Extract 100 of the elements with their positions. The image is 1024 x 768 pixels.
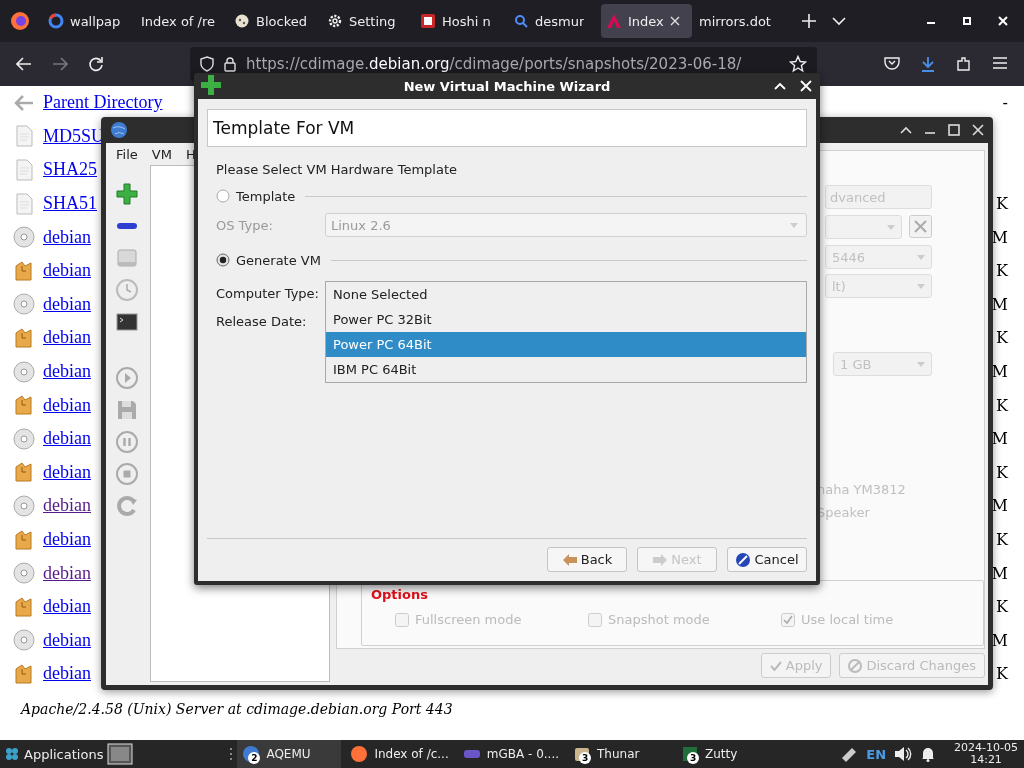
taskbar-item[interactable]: 3 Thunar <box>568 740 673 768</box>
browser-tab[interactable]: desmur <box>508 4 599 38</box>
pocket-icon[interactable] <box>884 56 900 70</box>
file-link[interactable]: debian <box>43 562 91 584</box>
browser-tab[interactable]: mirrors.dot <box>694 4 785 38</box>
volume-icon[interactable] <box>894 746 913 762</box>
caret-icon <box>790 222 798 228</box>
file-link[interactable]: debian <box>43 394 91 416</box>
file-size: K <box>996 261 1008 281</box>
taskbar-item[interactable]: 3 Zutty <box>676 740 781 768</box>
firefox-icon[interactable] <box>10 11 30 31</box>
desktop-icon[interactable] <box>107 743 134 765</box>
file-link[interactable]: SHA25 <box>43 159 97 181</box>
taskbar-label: Zutty <box>705 747 738 761</box>
file-size: - <box>1002 93 1008 113</box>
browser-tab[interactable]: Hoshi n <box>415 4 506 38</box>
triangle-icon <box>606 13 622 29</box>
chevron-down-icon[interactable] <box>832 16 846 26</box>
right-arrow-icon <box>652 552 669 567</box>
maximize-icon[interactable] <box>948 124 960 136</box>
lock-icon <box>224 56 236 72</box>
applications-menu[interactable]: Applications <box>0 740 104 768</box>
forward-arrow-icon[interactable] <box>52 57 68 71</box>
file-link[interactable]: debian <box>43 663 91 685</box>
disc-icon <box>13 360 35 383</box>
shield-icon <box>200 56 214 72</box>
browser-tab[interactable]: Index <box>601 4 692 38</box>
keyboard-layout[interactable]: EN <box>866 746 887 762</box>
file-size: M <box>991 227 1008 247</box>
file-link[interactable]: debian <box>43 361 91 383</box>
group-title: Options <box>371 587 429 602</box>
caret-icon <box>917 361 925 367</box>
radio-button[interactable] <box>216 189 230 203</box>
browser-tab[interactable]: Setting <box>322 4 413 38</box>
settings-icon <box>327 13 343 29</box>
browser-tab[interactable]: Blocked <box>229 4 320 38</box>
file-size: M <box>991 294 1008 314</box>
file-link[interactable]: debian <box>43 260 91 282</box>
file-link[interactable]: debian <box>43 596 91 618</box>
browser-tab[interactable]: wallpap <box>43 4 134 38</box>
file-size: M <box>991 429 1008 449</box>
checkmark-icon <box>769 659 782 672</box>
file-size: K <box>996 664 1008 684</box>
document-icon <box>13 159 35 181</box>
file-link[interactable]: debian <box>43 529 91 550</box>
browser-tab[interactable]: Index of /re <box>136 4 227 38</box>
menu-icon[interactable] <box>992 56 1008 70</box>
download-icon[interactable] <box>920 56 936 72</box>
window-count-badge: 3 <box>687 752 700 764</box>
terminal-icon[interactable] <box>115 310 139 334</box>
radio-label[interactable]: Generate VM <box>236 252 321 268</box>
file-size: K <box>996 530 1008 549</box>
bell-icon[interactable] <box>920 746 937 762</box>
taskbar-label: Thunar <box>597 747 640 761</box>
file-size: M <box>991 362 1008 382</box>
circle-icon <box>48 13 64 29</box>
close-icon[interactable] <box>972 124 984 136</box>
dropdown-option[interactable]: IBM PC 64Bit <box>326 357 806 382</box>
file-link[interactable]: debian <box>43 461 91 483</box>
taskbar-label: AQEMU <box>266 747 311 761</box>
cancel-icon <box>735 551 752 568</box>
taskbar-item[interactable]: mGBA - 0.... <box>457 740 565 768</box>
radio-button[interactable] <box>216 253 230 267</box>
file-link[interactable]: debian <box>43 428 91 450</box>
clock[interactable]: 2024-10-05 14:21 <box>954 742 1018 766</box>
close-icon[interactable] <box>669 16 680 26</box>
app-menu-icon <box>4 746 20 762</box>
file-link[interactable]: debian <box>43 629 91 651</box>
file-size: K <box>996 194 1008 214</box>
wizard-button[interactable]: Back <box>547 547 627 572</box>
file-link[interactable]: debian <box>43 293 91 315</box>
reload-icon[interactable] <box>88 56 104 72</box>
star-icon[interactable] <box>789 55 807 73</box>
field-label: Computer Type: <box>216 286 320 301</box>
file-link[interactable]: Parent Directory <box>43 92 163 114</box>
menu-item[interactable]: H <box>185 146 196 162</box>
back-arrow-icon <box>13 92 35 113</box>
radio-label[interactable]: Template <box>236 188 296 204</box>
menu-item[interactable]: File <box>116 146 138 162</box>
checkbox-label: Use local time <box>801 612 894 627</box>
package-icon <box>13 461 35 484</box>
dropdown-option[interactable]: Power PC 32Bit <box>326 307 806 332</box>
disc-icon <box>13 629 35 652</box>
field-label: OS Type: <box>216 217 274 233</box>
file-link[interactable]: debian <box>43 226 91 248</box>
dropdown-option[interactable]: Power PC 64Bit <box>326 332 806 357</box>
checkbox-label: Fullscreen mode <box>415 612 522 627</box>
dropdown-option[interactable]: None Selected <box>326 282 806 307</box>
dialog-title: New Virtual Machine Wizard <box>403 78 611 94</box>
file-link[interactable]: debian <box>43 327 91 349</box>
taskbar-item[interactable]: 2 AQEMU <box>237 740 342 768</box>
file-link[interactable]: debian <box>43 495 91 517</box>
file-link[interactable]: SHA51 <box>43 193 97 215</box>
chevron-up-icon[interactable] <box>900 126 912 134</box>
puzzle-icon[interactable] <box>956 56 972 72</box>
back-arrow-icon[interactable] <box>16 57 32 71</box>
wizard-button[interactable]: Cancel <box>727 547 807 572</box>
taskbar-item[interactable]: Index of /c... <box>345 740 454 768</box>
file-link[interactable]: MD5SU <box>43 125 104 147</box>
menu-item[interactable]: VM <box>151 146 172 162</box>
